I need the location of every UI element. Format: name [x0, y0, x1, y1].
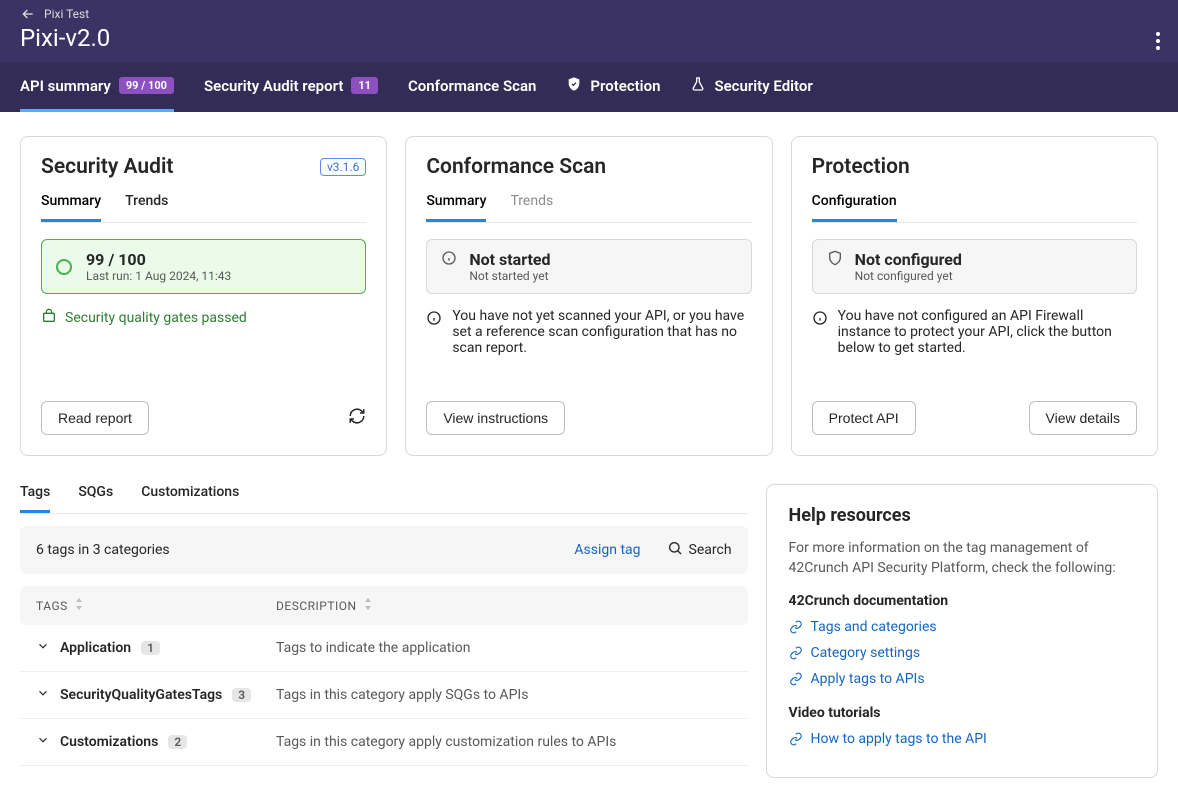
tab-label: API summary	[20, 77, 111, 95]
help-title: Help resources	[789, 505, 1135, 526]
sort-icon[interactable]	[363, 598, 373, 613]
tab-protection[interactable]: Protection	[566, 62, 660, 112]
shield-check-icon	[566, 76, 582, 96]
docs-heading: 42Crunch documentation	[789, 593, 1135, 609]
tag-category-row[interactable]: SecurityQualityGatesTags 3 Tags in this …	[20, 672, 748, 719]
gates-text: Security quality gates passed	[65, 310, 247, 326]
flask-icon	[690, 76, 706, 96]
score-box: 99 / 100 Last run: 1 Aug 2024, 11:43	[41, 239, 366, 294]
videos-heading: Video tutorials	[789, 705, 1135, 721]
search-button[interactable]: Search	[667, 540, 732, 560]
tab-security-editor[interactable]: Security Editor	[690, 62, 812, 112]
tab-badge: 99 / 100	[119, 77, 174, 94]
protection-info-text: You have not configured an API Firewall …	[812, 308, 1137, 356]
score-circle-icon	[56, 259, 72, 275]
content-area[interactable]: Security Audit v3.1.6 Summary Trends 99 …	[0, 120, 1178, 800]
tag-category-name: Customizations	[60, 734, 158, 750]
tag-category-name: SecurityQualityGatesTags	[60, 687, 222, 703]
tags-table-header: TAGS DESCRIPTION	[20, 586, 748, 625]
tab-conformance-scan[interactable]: Conformance Scan	[408, 62, 536, 112]
view-instructions-button[interactable]: View instructions	[426, 401, 565, 435]
refresh-icon[interactable]	[348, 407, 366, 429]
tag-category-desc: Tags in this category apply SQGs to APIs	[276, 687, 732, 703]
view-details-button[interactable]: View details	[1029, 401, 1137, 435]
search-icon	[667, 540, 683, 560]
protect-api-button[interactable]: Protect API	[812, 401, 916, 435]
tab-label: Security Audit report	[204, 77, 343, 95]
protection-status-box: Not configured Not configured yet	[812, 239, 1137, 294]
status-subtitle: Not started yet	[469, 269, 550, 283]
help-resources-card: Help resources For more information on t…	[766, 484, 1158, 778]
tags-summary: 6 tags in 3 categories	[36, 542, 170, 558]
status-title: Not started	[469, 250, 550, 269]
tab-badge: 11	[351, 77, 378, 94]
tab-security-audit[interactable]: Security Audit report 11	[204, 62, 378, 112]
section-tab-sqgs[interactable]: SQGs	[78, 484, 113, 513]
card-title: Conformance Scan	[426, 155, 606, 179]
card-tab-trends[interactable]: Trends	[510, 193, 553, 222]
card-tab-summary[interactable]: Summary	[426, 193, 486, 222]
chevron-down-icon	[36, 639, 50, 657]
tags-section: Tags SQGs Customizations 6 tags in 3 cat…	[20, 484, 748, 778]
status-title: Not configured	[855, 250, 962, 269]
version-chip: v3.1.6	[320, 158, 366, 176]
status-subtitle: Not configured yet	[855, 269, 962, 283]
tag-count-chip: 1	[141, 641, 160, 655]
tab-label: Conformance Scan	[408, 77, 536, 95]
search-label: Search	[689, 542, 732, 558]
link-tags-categories[interactable]: Tags and categories	[789, 619, 1135, 635]
overflow-menu-icon[interactable]	[1152, 28, 1164, 58]
link-video-tutorial[interactable]: How to apply tags to the API	[789, 731, 1135, 747]
read-report-button[interactable]: Read report	[41, 401, 149, 435]
card-title: Protection	[812, 155, 910, 179]
last-run: Last run: 1 Aug 2024, 11:43	[86, 269, 231, 283]
info-circle-icon	[441, 250, 457, 270]
col-desc-label[interactable]: DESCRIPTION	[276, 599, 357, 613]
page-title: Pixi-v2.0	[20, 24, 1158, 52]
chevron-down-icon	[36, 686, 50, 704]
tab-label: Security Editor	[714, 77, 812, 95]
score-value: 99 / 100	[86, 250, 231, 269]
shield-icon	[827, 250, 843, 270]
tag-count-chip: 2	[168, 735, 187, 749]
tag-category-name: Application	[60, 640, 131, 656]
security-audit-card: Security Audit v3.1.6 Summary Trends 99 …	[20, 136, 387, 456]
page-header: Pixi Test Pixi-v2.0	[0, 0, 1178, 62]
link-apply-tags[interactable]: Apply tags to APIs	[789, 671, 1135, 687]
assign-tag-link[interactable]: Assign tag	[574, 542, 640, 558]
tag-category-desc: Tags to indicate the application	[276, 640, 732, 656]
tag-category-desc: Tags in this category apply customizatio…	[276, 734, 732, 750]
card-tab-configuration[interactable]: Configuration	[812, 193, 897, 222]
breadcrumb[interactable]: Pixi Test	[20, 6, 1158, 22]
tag-category-row[interactable]: Customizations 2 Tags in this category a…	[20, 719, 748, 766]
breadcrumb-parent[interactable]: Pixi Test	[44, 7, 89, 21]
section-tab-customizations[interactable]: Customizations	[141, 484, 239, 513]
conformance-scan-card: Conformance Scan Summary Trends Not star…	[405, 136, 772, 456]
col-tags-label[interactable]: TAGS	[36, 599, 68, 613]
card-title: Security Audit	[41, 155, 173, 179]
gates-passed: Security quality gates passed	[41, 308, 366, 328]
tab-label: Protection	[590, 77, 660, 95]
scan-status-box: Not started Not started yet	[426, 239, 751, 294]
link-category-settings[interactable]: Category settings	[789, 645, 1135, 661]
tag-count-chip: 3	[232, 688, 251, 702]
help-intro: For more information on the tag manageme…	[789, 538, 1135, 579]
gate-icon	[41, 308, 57, 328]
main-tabs: API summary 99 / 100 Security Audit repo…	[0, 62, 1178, 112]
protection-card: Protection Configuration Not configured …	[791, 136, 1158, 456]
back-arrow-icon[interactable]	[20, 6, 36, 22]
sort-icon[interactable]	[74, 598, 84, 613]
section-tab-tags[interactable]: Tags	[20, 484, 50, 513]
chevron-down-icon	[36, 733, 50, 751]
scan-info-text: You have not yet scanned your API, or yo…	[426, 308, 751, 356]
card-tab-trends[interactable]: Trends	[125, 193, 168, 222]
tags-topbar: 6 tags in 3 categories Assign tag Search	[20, 526, 748, 574]
tag-category-row[interactable]: Application 1 Tags to indicate the appli…	[20, 625, 748, 672]
card-tab-summary[interactable]: Summary	[41, 193, 101, 222]
tab-api-summary[interactable]: API summary 99 / 100	[20, 62, 174, 112]
